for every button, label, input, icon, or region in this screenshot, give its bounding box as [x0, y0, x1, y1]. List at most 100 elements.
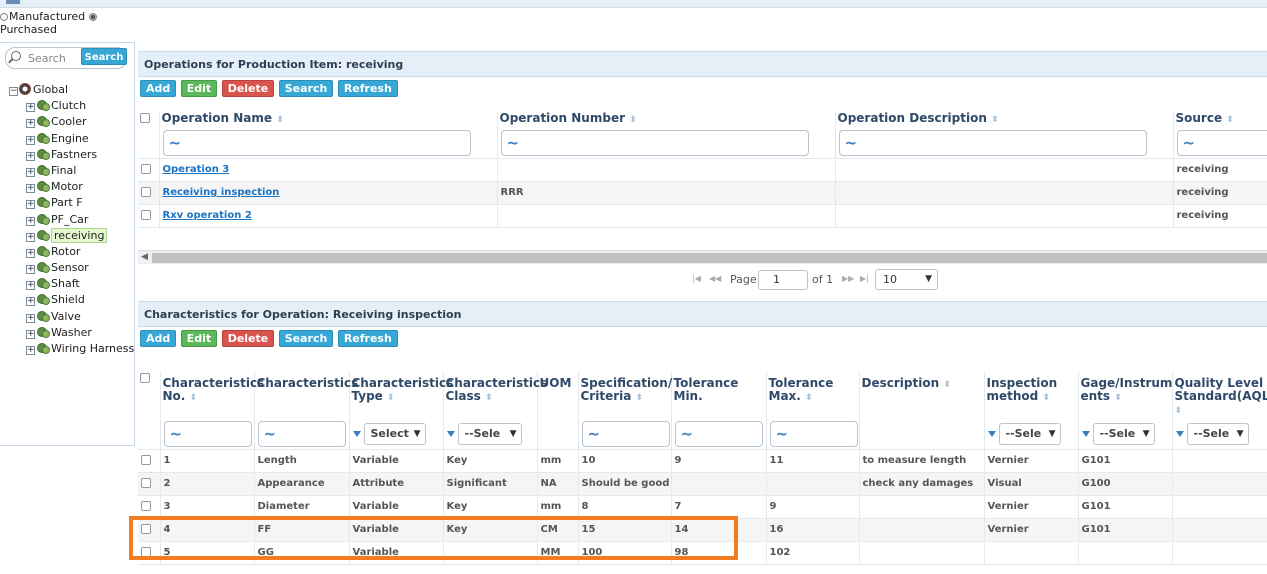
operation-name-link[interactable]: Receiving inspection: [163, 187, 280, 198]
tree-node[interactable]: + Sensor: [9, 260, 133, 276]
radio-purchased[interactable]: [88, 13, 97, 21]
column-name[interactable]: Characteristics: [254, 371, 358, 419]
pager-page-input[interactable]: 1: [758, 269, 808, 290]
filter-gage-select[interactable]: --Sele ▼: [1092, 422, 1155, 445]
operations-edit-button[interactable]: Edit: [180, 80, 218, 97]
expand-icon[interactable]: +: [26, 200, 35, 210]
operations-search-button[interactable]: Search: [278, 80, 334, 97]
table-row[interactable]: Operation 3 receiving: [138, 158, 1267, 182]
tree-node[interactable]: + Part F: [9, 195, 133, 211]
filter-tolerance-min-input[interactable]: ~: [674, 420, 763, 447]
filter-operation-description-input[interactable]: ~: [838, 129, 1147, 156]
tree-node[interactable]: + Final: [9, 163, 133, 179]
row-checkbox[interactable]: [141, 163, 151, 174]
column-spec[interactable]: Specification/Criteria ⬍: [578, 371, 672, 419]
filter-class-select[interactable]: --Sele ▼: [457, 422, 522, 445]
prev-page-icon[interactable]: ◀◀: [709, 274, 721, 283]
column-uom[interactable]: UOM: [537, 371, 579, 419]
table-row[interactable]: 2 Appearance Attribute Significant NA Should …: [138, 472, 1267, 496]
tree-search-button[interactable]: Search: [81, 48, 127, 65]
column-class[interactable]: Characteristics Class ⬍: [443, 371, 547, 419]
row-checkbox[interactable]: [141, 500, 151, 511]
operations-horizontal-scrollbar[interactable]: ◀: [138, 249, 1267, 264]
tree-node[interactable]: + PF_Car: [9, 212, 133, 228]
expand-icon[interactable]: +: [26, 265, 35, 275]
filter-operation-number-input[interactable]: ~: [500, 129, 809, 156]
expand-icon[interactable]: +: [26, 313, 35, 323]
expand-icon[interactable]: +: [26, 346, 35, 355]
expand-icon[interactable]: +: [26, 232, 35, 242]
characteristics-add-button[interactable]: Add: [140, 330, 177, 347]
tree-node[interactable]: + Clutch: [9, 98, 133, 114]
column-operation-description[interactable]: Operation Description ⬍: [835, 111, 1174, 128]
tree-node[interactable]: + Wiring Harness: [9, 341, 134, 357]
expand-icon[interactable]: +: [26, 119, 35, 129]
tree-node[interactable]: + receiving: [9, 227, 133, 244]
tree-node[interactable]: + Rotor: [9, 244, 133, 260]
column-aql[interactable]: Quality Level Standard(AQL) ⬍: [1172, 371, 1267, 419]
filter-characteristics-no-input[interactable]: ~: [163, 420, 252, 447]
row-checkbox[interactable]: [141, 454, 151, 465]
next-page-icon[interactable]: ▶▶: [842, 274, 854, 283]
expand-icon[interactable]: +: [26, 297, 35, 307]
expand-icon[interactable]: +: [26, 248, 35, 258]
select-all-checkbox[interactable]: [140, 373, 150, 383]
expand-icon[interactable]: +: [26, 329, 35, 339]
filter-characteristics-input[interactable]: ~: [257, 420, 346, 447]
filter-inspection-method-select[interactable]: --Sele ▼: [998, 422, 1061, 445]
column-method[interactable]: Inspection method ⬍: [984, 371, 1079, 419]
column-tmax[interactable]: Tolerance Max. ⬍: [766, 371, 860, 419]
expand-icon[interactable]: +: [26, 151, 35, 161]
expand-icon[interactable]: +: [26, 184, 35, 194]
expand-icon[interactable]: +: [26, 281, 35, 291]
tree-node[interactable]: + Engine: [9, 131, 133, 147]
characteristics-edit-button[interactable]: Edit: [180, 330, 218, 347]
tree-node[interactable]: + Valve: [9, 309, 133, 325]
characteristics-search-button[interactable]: Search: [278, 330, 334, 347]
select-all-checkbox[interactable]: [140, 113, 150, 123]
last-page-icon[interactable]: ▶|: [860, 274, 869, 283]
column-desc[interactable]: Description ⬍: [859, 371, 985, 419]
operations-delete-button[interactable]: Delete: [221, 80, 275, 97]
scroll-left-icon[interactable]: ◀: [141, 252, 148, 262]
expand-icon[interactable]: +: [26, 103, 35, 113]
column-gage[interactable]: Gage/Instrum ents ⬍: [1078, 371, 1173, 419]
page-size-select[interactable]: 10 ▼: [875, 268, 938, 290]
table-row[interactable]: Receiving inspection RRR receiving: [138, 181, 1267, 205]
table-row[interactable]: 1 Length Variable Key mm 10 9 11 to measure leng…: [138, 449, 1267, 473]
table-row[interactable]: 4 FF Variable Key CM 15 14 16 Vernier G101: [138, 518, 1267, 542]
characteristics-refresh-button[interactable]: Refresh: [337, 330, 398, 347]
filter-aql-select[interactable]: --Sele ▼: [1186, 422, 1249, 445]
filter-specification-input[interactable]: ~: [581, 420, 670, 447]
tree-node[interactable]: + Fastners: [9, 147, 133, 163]
table-row[interactable]: 3 Diameter Variable Key mm 8 7 9 Vernier G101: [138, 495, 1267, 519]
tree-node[interactable]: + Shield: [9, 292, 133, 308]
scrollbar-thumb[interactable]: [152, 252, 1267, 263]
operations-add-button[interactable]: Add: [140, 80, 177, 97]
radio-manufactured[interactable]: [0, 13, 8, 21]
operation-name-link[interactable]: Operation 3: [163, 164, 230, 175]
filter-type-select[interactable]: Select ▼: [363, 422, 426, 445]
tree-node[interactable]: + Shaft: [9, 276, 133, 292]
column-no[interactable]: Characteristics No. ⬍: [160, 371, 264, 419]
row-checkbox[interactable]: [141, 186, 151, 197]
row-checkbox[interactable]: [141, 546, 151, 557]
characteristics-delete-button[interactable]: Delete: [221, 330, 275, 347]
filter-source-input[interactable]: ~: [1176, 129, 1266, 156]
expand-icon[interactable]: +: [26, 135, 35, 145]
column-source[interactable]: Source ⬍: [1173, 111, 1267, 128]
tree-node-global[interactable]: − Global: [9, 82, 133, 98]
filter-tolerance-max-input[interactable]: ~: [769, 420, 858, 447]
table-row[interactable]: Rxv operation 2 receiving: [138, 204, 1267, 228]
row-checkbox[interactable]: [141, 477, 151, 488]
row-checkbox[interactable]: [141, 523, 151, 534]
row-checkbox[interactable]: [141, 209, 151, 220]
column-type[interactable]: Characteristics Type ⬍: [349, 371, 453, 419]
column-operation-name[interactable]: Operation Name ⬍: [159, 111, 498, 128]
operations-refresh-button[interactable]: Refresh: [337, 80, 398, 97]
operation-name-link[interactable]: Rxv operation 2: [163, 210, 252, 221]
filter-operation-name-input[interactable]: ~: [162, 129, 471, 156]
expand-icon[interactable]: +: [26, 167, 35, 177]
tree-node[interactable]: + Cooler: [9, 114, 133, 130]
first-page-icon[interactable]: |◀: [692, 274, 701, 283]
